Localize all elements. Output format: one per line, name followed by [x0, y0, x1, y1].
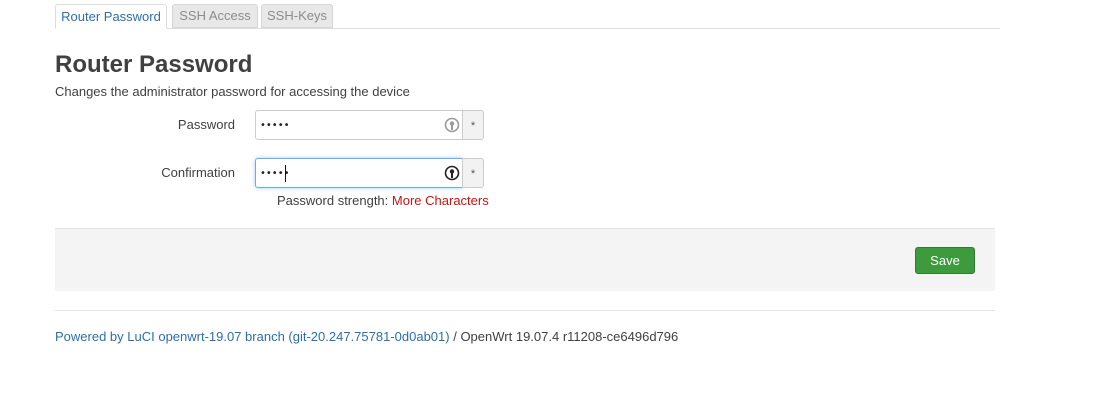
tab-bar: Router Password SSH Access SSH-Keys — [55, 4, 1000, 29]
save-button[interactable]: Save — [915, 247, 975, 274]
page-title: Router Password — [55, 51, 253, 78]
tab-router-password[interactable]: Router Password — [55, 4, 167, 29]
password-addon-button[interactable]: * — [462, 110, 484, 140]
password-label: Password — [177, 117, 235, 132]
luci-link[interactable]: Powered by LuCI openwrt-19.07 branch (gi… — [55, 329, 450, 344]
confirmation-input[interactable] — [260, 165, 440, 181]
tab-ssh-access[interactable]: SSH Access — [172, 4, 258, 28]
eye-toggle-icon[interactable] — [444, 117, 460, 133]
password-input[interactable] — [260, 117, 440, 133]
confirmation-field-group: * — [255, 158, 484, 188]
confirmation-input-box — [255, 158, 463, 188]
eye-toggle-icon[interactable] — [444, 165, 460, 181]
confirmation-addon-button[interactable]: * — [462, 158, 484, 188]
openwrt-version: / OpenWrt 19.07.4 r11208-ce6496d796 — [449, 329, 679, 344]
password-strength: Password strength: More Characters — [277, 193, 489, 209]
password-input-box — [255, 110, 463, 140]
tab-ssh-keys[interactable]: SSH-Keys — [261, 4, 333, 28]
footer: Powered by LuCI openwrt-19.07 branch (gi… — [55, 329, 678, 345]
page-description: Changes the administrator password for a… — [55, 84, 410, 99]
password-strength-value: More Characters — [391, 193, 489, 208]
password-field-group: * — [255, 110, 484, 140]
action-bar: Save — [55, 228, 995, 291]
footer-divider — [55, 310, 995, 311]
password-strength-prefix: Password strength: — [277, 193, 389, 208]
confirmation-label: Confirmation — [161, 165, 235, 180]
text-caret — [285, 165, 286, 182]
